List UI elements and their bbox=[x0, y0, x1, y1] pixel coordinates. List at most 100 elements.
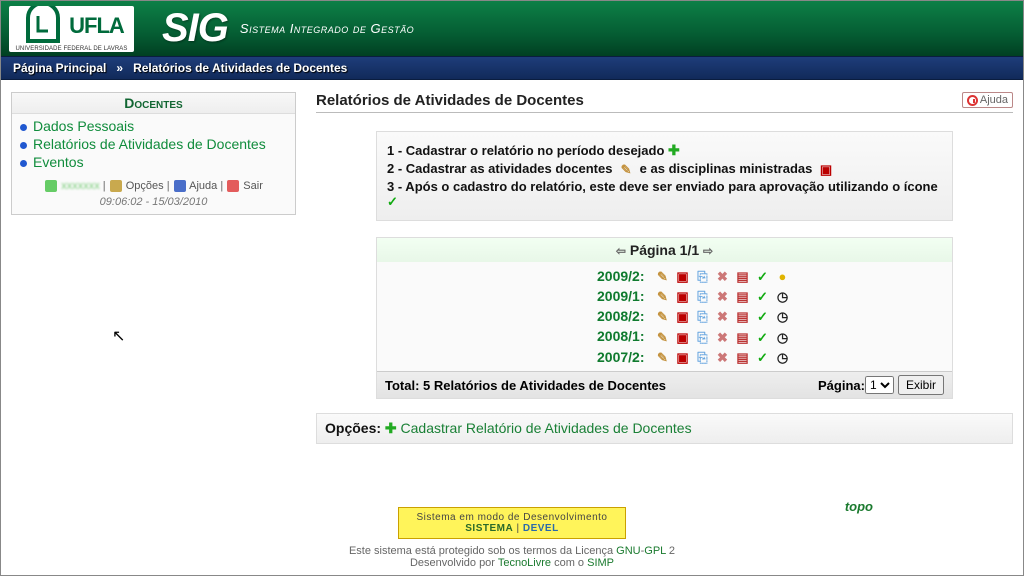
devbox-dev[interactable]: DEVEL bbox=[523, 523, 559, 534]
breadcrumb: Página Principal » Relatórios de Ativida… bbox=[1, 56, 1023, 80]
check-icon: ✓ bbox=[387, 194, 398, 209]
pdf-icon[interactable]: ▤ bbox=[734, 310, 750, 324]
sidebar: Docentes Dados Pessoais Relatórios de At… bbox=[11, 92, 296, 497]
approve-icon[interactable]: ✓ bbox=[754, 331, 770, 345]
edit-icon[interactable]: ✎ bbox=[654, 351, 670, 365]
main-content: Ajuda Relatórios de Atividades de Docent… bbox=[316, 92, 1013, 497]
report-rows: 2009/2: ✎ ▣ ⎘ ✖ ▤ ✓ ● 2009/1: ✎ ▣ ⎘ ✖ ▤ ✓ ◷ 2008/2: ✎ ▣ ⎘ ✖ ▤… bbox=[377, 262, 952, 371]
pagina-label: Página: bbox=[818, 378, 865, 393]
pager-header: ⇦ Página 1/1 ⇨ bbox=[377, 238, 952, 262]
bullet-icon bbox=[20, 160, 27, 167]
ajuda-link[interactable]: Ajuda bbox=[189, 180, 217, 192]
delete-icon[interactable]: ✖ bbox=[714, 310, 730, 324]
discipline-icon: ▣ bbox=[818, 163, 834, 177]
edit-icon[interactable]: ✎ bbox=[654, 270, 670, 284]
breadcrumb-current[interactable]: Relatórios de Atividades de Docentes bbox=[133, 61, 347, 75]
gnu-link[interactable]: GNU bbox=[616, 545, 640, 557]
report-row: 2008/2:✎▣⎘✖▤✓◷ bbox=[597, 306, 942, 326]
period-link[interactable]: 2008/2: bbox=[597, 308, 644, 324]
tecnolivre-link[interactable]: TecnoLivre bbox=[498, 557, 551, 569]
help-container: Ajuda bbox=[962, 92, 1013, 108]
opcoes-link[interactable]: Opções bbox=[126, 180, 164, 192]
delete-icon[interactable]: ✖ bbox=[714, 331, 730, 345]
copy-icon[interactable]: ⎘ bbox=[694, 270, 710, 284]
breadcrumb-home[interactable]: Página Principal bbox=[13, 61, 106, 75]
delete-icon[interactable]: ✖ bbox=[714, 351, 730, 365]
sep: | bbox=[220, 180, 226, 192]
approve-icon[interactable]: ✓ bbox=[754, 351, 770, 365]
period-link[interactable]: 2008/1: bbox=[597, 328, 644, 344]
edit-icon[interactable]: ✎ bbox=[654, 331, 670, 345]
back-to-top[interactable]: topo bbox=[845, 499, 873, 514]
pdf-icon[interactable]: ▤ bbox=[734, 351, 750, 365]
devbox-line1: Sistema em modo de Desenvolvimento bbox=[417, 512, 608, 523]
instruction-2: 2 - Cadastrar as atividades docentes ✎ e… bbox=[387, 161, 942, 177]
simp-link[interactable]: SIMP bbox=[587, 557, 614, 569]
sidebar-panel: Docentes Dados Pessoais Relatórios de At… bbox=[11, 92, 296, 215]
report-row: 2009/1:✎▣⎘✖▤✓◷ bbox=[597, 286, 942, 306]
monitor-icon[interactable]: ▣ bbox=[674, 351, 690, 365]
approve-icon[interactable]: ✓ bbox=[754, 270, 770, 284]
copy-icon[interactable]: ⎘ bbox=[694, 331, 710, 345]
report-row: 2007/2: ✎ ▣ ⎘ ✖ ▤ ✓ ◷ bbox=[597, 347, 942, 367]
monitor-icon[interactable]: ▣ bbox=[674, 310, 690, 324]
delete-icon[interactable]: ✖ bbox=[714, 270, 730, 284]
period-link[interactable]: 2009/2: bbox=[597, 268, 644, 284]
delete-icon[interactable]: ✖ bbox=[714, 290, 730, 304]
cadastrar-link[interactable]: Cadastrar Relatório de Atividades de Doc… bbox=[401, 420, 692, 436]
sidebar-item-dados[interactable]: Dados Pessoais bbox=[18, 117, 289, 135]
plus-icon: ✚ bbox=[668, 142, 680, 158]
bullet-icon bbox=[20, 124, 27, 131]
instructions-box: 1 - Cadastrar o relatório no período des… bbox=[376, 131, 953, 221]
sep: | bbox=[167, 180, 173, 192]
next-page-icon[interactable]: ⇨ bbox=[703, 244, 713, 258]
monitor-icon[interactable]: ▣ bbox=[674, 270, 690, 284]
sidebar-item-eventos[interactable]: Eventos bbox=[18, 153, 289, 171]
copy-icon[interactable]: ⎘ bbox=[694, 351, 710, 365]
monitor-icon[interactable]: ▣ bbox=[674, 331, 690, 345]
pdf-icon[interactable]: ▤ bbox=[734, 290, 750, 304]
monitor-icon[interactable]: ▣ bbox=[674, 290, 690, 304]
copy-icon[interactable]: ⎘ bbox=[694, 290, 710, 304]
help-button[interactable]: Ajuda bbox=[962, 92, 1013, 108]
instruction-3: 3 - Após o cadastro do relatório, este d… bbox=[387, 179, 942, 210]
edit-icon[interactable]: ✎ bbox=[654, 310, 670, 324]
edit-icon[interactable]: ✎ bbox=[654, 290, 670, 304]
credits-line: Desenvolvido por TecnoLivre com o SIMP bbox=[1, 557, 1023, 569]
sidebar-link[interactable]: Dados Pessoais bbox=[33, 118, 134, 134]
sig-subtitle: Sistema Integrado de Gestão bbox=[240, 21, 414, 36]
pdf-icon[interactable]: ▤ bbox=[734, 331, 750, 345]
pager-label: Página 1/1 bbox=[630, 242, 699, 258]
report-row: 2009/2: ✎ ▣ ⎘ ✖ ▤ ✓ ● bbox=[597, 266, 942, 286]
sidebar-link[interactable]: Eventos bbox=[33, 154, 84, 170]
page-body: Docentes Dados Pessoais Relatórios de At… bbox=[1, 80, 1023, 497]
devbox-sys[interactable]: SISTEMA bbox=[465, 523, 513, 534]
approve-icon[interactable]: ✓ bbox=[754, 290, 770, 304]
reports-panel: ⇦ Página 1/1 ⇨ 2009/2: ✎ ▣ ⎘ ✖ ▤ ✓ ● 2009/1: ✎ ▣ ⎘ ✖… bbox=[376, 237, 953, 399]
help-ring-icon bbox=[967, 95, 978, 106]
status-pending-icon: ● bbox=[774, 270, 790, 284]
period-link[interactable]: 2009/1: bbox=[597, 288, 644, 304]
pdf-icon[interactable]: ▤ bbox=[734, 270, 750, 284]
gpl-link[interactable]: GPL bbox=[644, 545, 666, 557]
user-link[interactable]: xxxxxxx bbox=[61, 180, 100, 192]
sidebar-item-relatorios[interactable]: Relatórios de Atividades de Docentes bbox=[18, 135, 289, 153]
exibir-button[interactable]: Exibir bbox=[898, 375, 944, 395]
approve-icon[interactable]: ✓ bbox=[754, 310, 770, 324]
options-bar: Opções: ✚ Cadastrar Relatório de Ativida… bbox=[316, 413, 1013, 444]
breadcrumb-sep: » bbox=[116, 61, 123, 75]
help-label: Ajuda bbox=[980, 94, 1008, 106]
page-title: Relatórios de Atividades de Docentes bbox=[316, 92, 1013, 113]
page-footer: topo Sistema em modo de Desenvolvimento … bbox=[1, 497, 1023, 575]
copy-icon[interactable]: ⎘ bbox=[694, 310, 710, 324]
user-icon bbox=[45, 180, 57, 192]
sidebar-link[interactable]: Relatórios de Atividades de Docentes bbox=[33, 136, 266, 152]
period-link[interactable]: 2007/2: bbox=[597, 349, 644, 365]
help-icon bbox=[174, 180, 186, 192]
page-select[interactable]: 1 bbox=[865, 376, 894, 394]
ufla-logo[interactable]: UFLA UNIVERSIDADE FEDERAL DE LAVRAS bbox=[9, 6, 134, 52]
status-clock-icon: ◷ bbox=[774, 351, 790, 365]
prev-page-icon[interactable]: ⇦ bbox=[616, 244, 626, 258]
sair-link[interactable]: Sair bbox=[243, 180, 263, 192]
dev-mode-box: Sistema em modo de Desenvolvimento SISTE… bbox=[398, 507, 627, 539]
